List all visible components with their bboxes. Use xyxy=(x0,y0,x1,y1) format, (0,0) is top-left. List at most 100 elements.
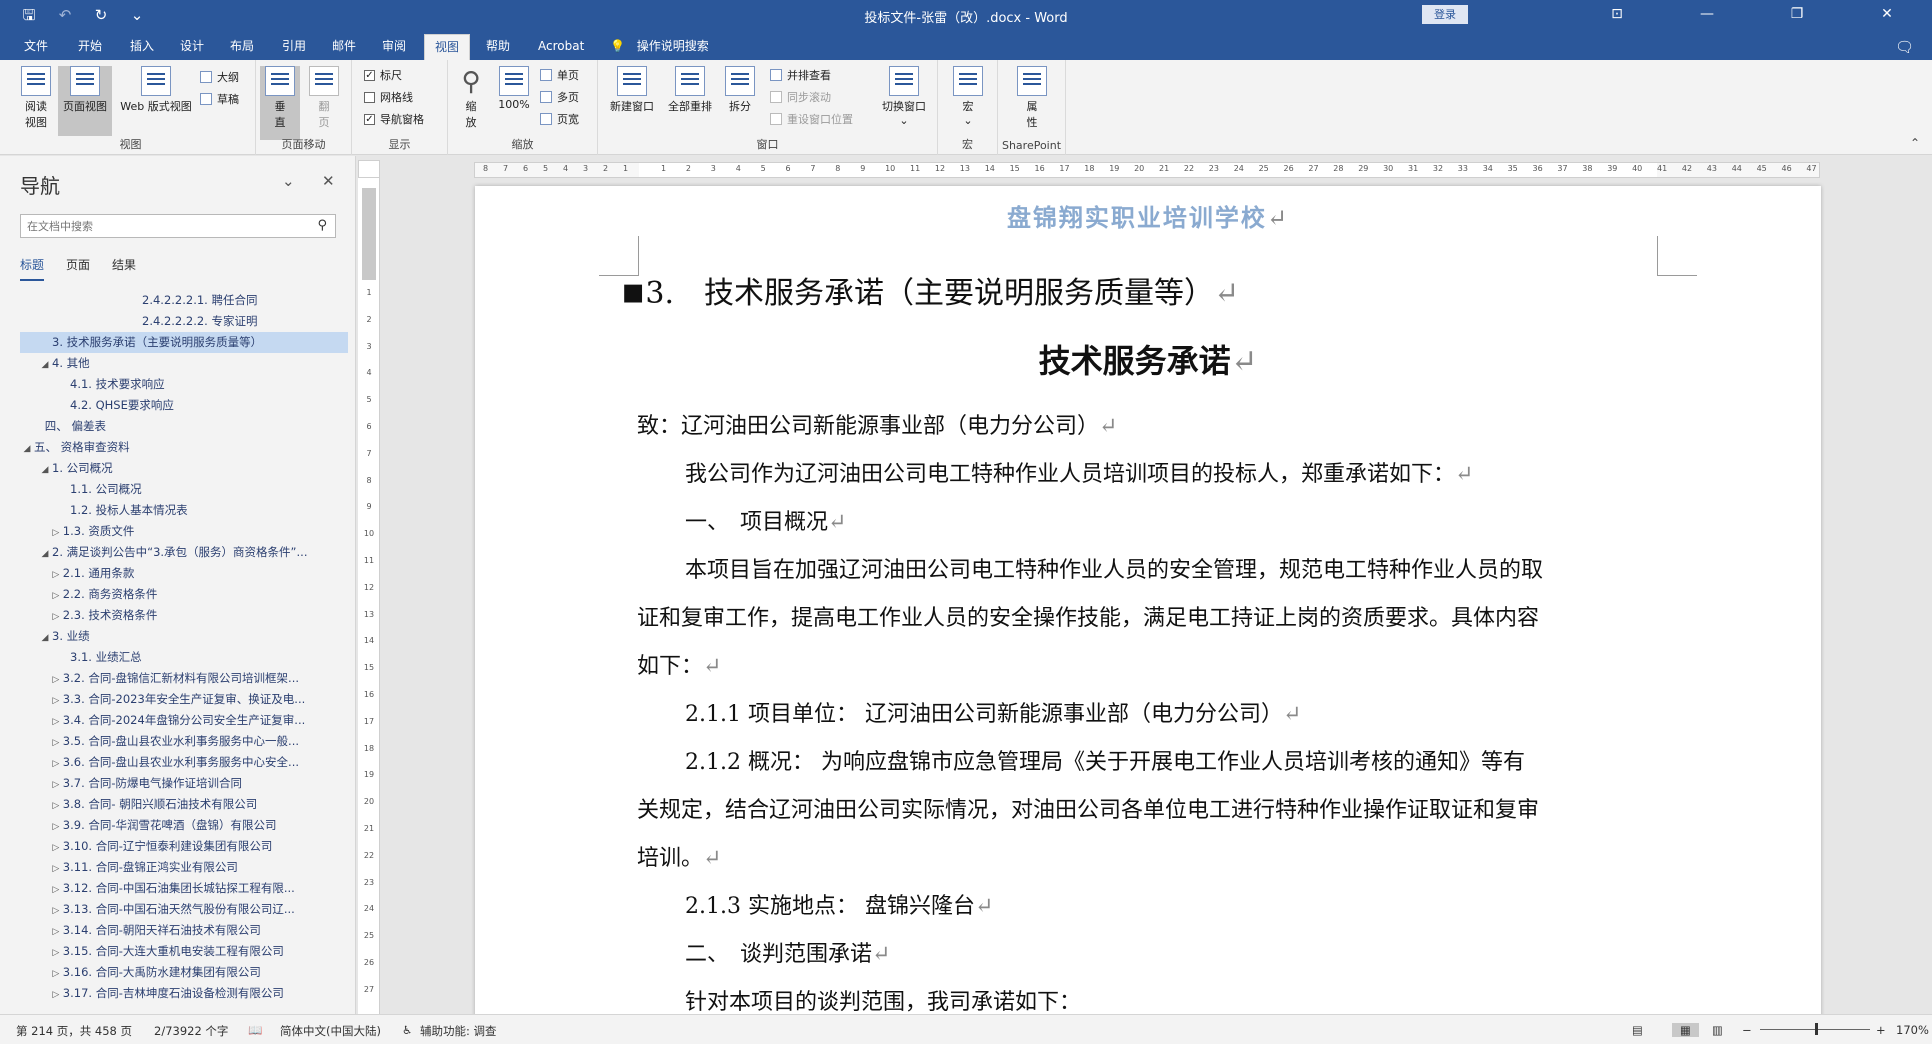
collapsed-triangle-icon[interactable]: ▷ xyxy=(49,586,63,605)
draft-button[interactable]: 草稿 xyxy=(200,90,239,108)
document-page[interactable]: 盘锦翔实职业培训学校↵ ▪3. 技术服务承诺（主要说明服务质量等）↵ 技术服务承… xyxy=(475,186,1821,1014)
zoom-in-button[interactable]: + xyxy=(1876,1023,1886,1037)
collapsed-triangle-icon[interactable]: ▷ xyxy=(49,859,63,878)
zoom-slider-thumb[interactable] xyxy=(1815,1023,1818,1035)
view-side-by-side-button[interactable]: 并排查看 xyxy=(770,66,831,84)
nav-heading-item[interactable]: ▷ 3.6. 合同-盘山县农业水利事务服务中心安全... xyxy=(20,752,348,773)
search-box[interactable]: ⚲ xyxy=(20,214,336,238)
web-layout-view-icon[interactable]: ▥ xyxy=(1712,1023,1723,1037)
vertical-button[interactable]: 垂直 xyxy=(260,66,300,140)
vertical-ruler[interactable]: 1 2 3 4 5 6 7 8 9 10 11 12 13 14 15 16 17 18 19 20 21 22 23 24 2… xyxy=(358,178,380,1014)
properties-button[interactable]: 属性 xyxy=(1012,66,1052,130)
nav-heading-item[interactable]: 2.4.2.2.2.2. 专家证明 xyxy=(20,311,348,332)
nav-heading-item[interactable]: ▷ 3.4. 合同-2024年盘锦分公司安全生产证复审... xyxy=(20,710,348,731)
collapsed-triangle-icon[interactable]: ▷ xyxy=(49,985,63,1004)
switch-windows-button[interactable]: 切换窗口 ⌄ xyxy=(876,66,932,127)
tab-insert[interactable]: 插入 xyxy=(120,34,164,60)
nav-heading-item[interactable]: ▷ 2.2. 商务资格条件 xyxy=(20,584,348,605)
outline-button[interactable]: 大纲 xyxy=(200,68,239,86)
nav-heading-item[interactable]: ◢ 1. 公司概况 xyxy=(20,458,348,479)
zoom-100-button[interactable]: 100% xyxy=(494,66,534,111)
reset-window-position-button[interactable]: 重设窗口位置 xyxy=(770,110,853,128)
nav-heading-item[interactable]: 3. 技术服务承诺（主要说明服务质量等） xyxy=(20,332,348,353)
collapsed-triangle-icon[interactable]: ▷ xyxy=(49,901,63,920)
collapsed-triangle-icon[interactable]: ▷ xyxy=(49,565,63,584)
print-layout-view-icon[interactable]: ▦ xyxy=(1672,1023,1699,1037)
tab-review[interactable]: 审阅 xyxy=(372,34,416,60)
expanded-triangle-icon[interactable]: ◢ xyxy=(38,544,52,563)
collapsed-triangle-icon[interactable]: ▷ xyxy=(49,607,63,626)
language-indicator[interactable]: 简体中文(中国大陆) xyxy=(280,1023,381,1039)
minimize-icon[interactable]: — xyxy=(1662,0,1752,30)
collapsed-triangle-icon[interactable]: ▷ xyxy=(49,712,63,731)
collapsed-triangle-icon[interactable]: ▷ xyxy=(49,880,63,899)
tab-results[interactable]: 结果 xyxy=(112,256,136,281)
close-icon[interactable]: ✕ xyxy=(1842,0,1932,30)
collapsed-triangle-icon[interactable]: ▷ xyxy=(49,523,63,542)
expanded-triangle-icon[interactable]: ◢ xyxy=(38,460,52,479)
macros-button[interactable]: 宏 ⌄ xyxy=(948,66,988,127)
close-icon[interactable]: ✕ xyxy=(322,172,335,190)
nav-heading-item[interactable]: 3.1. 业绩汇总 xyxy=(20,647,348,668)
expanded-triangle-icon[interactable]: ◢ xyxy=(38,628,52,647)
read-mode-view-icon[interactable]: ▤ xyxy=(1632,1023,1643,1037)
chevron-down-icon[interactable]: ⌄ xyxy=(282,172,295,190)
accessibility-status[interactable]: 辅助功能: 调查 xyxy=(420,1023,497,1039)
print-layout-button[interactable]: 页面视图 xyxy=(58,66,112,136)
side-to-side-button[interactable]: 翻页 xyxy=(304,66,344,130)
web-layout-button[interactable]: Web 版式视图 xyxy=(114,66,198,114)
nav-heading-item[interactable]: ▷ 3.8. 合同- 朝阳兴顺石油技术有限公司 xyxy=(20,794,348,815)
tab-headings[interactable]: 标题 xyxy=(20,256,45,281)
collapsed-triangle-icon[interactable]: ▷ xyxy=(49,733,63,752)
nav-heading-item[interactable]: ▷ 2.1. 通用条款 xyxy=(20,563,348,584)
tab-file[interactable]: 文件 xyxy=(14,34,58,60)
nav-heading-item[interactable]: ▷ 3.17. 合同-吉林坤度石油设备检测有限公司 xyxy=(20,983,348,1004)
restore-icon[interactable]: ❐ xyxy=(1752,0,1842,30)
page-width-button[interactable]: 页宽 xyxy=(540,110,579,128)
arrange-all-button[interactable]: 全部重排 xyxy=(662,66,718,114)
tab-view[interactable]: 视图 xyxy=(424,34,471,60)
tab-layout[interactable]: 布局 xyxy=(220,34,264,60)
collapsed-triangle-icon[interactable]: ▷ xyxy=(49,943,63,962)
tab-pages[interactable]: 页面 xyxy=(66,256,90,281)
nav-heading-item[interactable]: ▷ 3.12. 合同-中国石油集团长城钻探工程有限... xyxy=(20,878,348,899)
expanded-triangle-icon[interactable]: ◢ xyxy=(38,355,52,374)
nav-heading-item[interactable]: ▷ 3.9. 合同-华润雪花啤酒（盘锦）有限公司 xyxy=(20,815,348,836)
tab-home[interactable]: 开始 xyxy=(68,34,112,60)
tab-acrobat[interactable]: Acrobat xyxy=(528,34,594,60)
collapsed-triangle-icon[interactable]: ▷ xyxy=(49,691,63,710)
nav-heading-item[interactable]: 2.4.2.2.2.1. 聘任合同 xyxy=(20,290,348,311)
collapsed-triangle-icon[interactable]: ▷ xyxy=(49,670,63,689)
nav-heading-item[interactable]: ▷ 3.7. 合同-防爆电气操作证培训合同 xyxy=(20,773,348,794)
nav-heading-item[interactable]: ◢ 五、 资格审查资料 xyxy=(20,437,348,458)
tab-references[interactable]: 引用 xyxy=(272,34,316,60)
zoom-out-button[interactable]: − xyxy=(1742,1023,1752,1037)
collapsed-triangle-icon[interactable]: ▷ xyxy=(49,775,63,794)
document-area[interactable]: 盘锦翔实职业培训学校↵ ▪3. 技术服务承诺（主要说明服务质量等）↵ 技术服务承… xyxy=(381,178,1932,1014)
zoom-level[interactable]: 170% xyxy=(1896,1023,1929,1037)
nav-heading-item[interactable]: ▷ 3.14. 合同-朝阳天祥石油技术有限公司 xyxy=(20,920,348,941)
proofing-icon[interactable]: 📖 xyxy=(248,1023,262,1037)
gridlines-checkbox[interactable]: 网格线 xyxy=(364,88,413,106)
nav-heading-item[interactable]: 四、 偏差表 xyxy=(20,416,348,437)
synchronous-scrolling-button[interactable]: 同步滚动 xyxy=(770,88,831,106)
nav-heading-item[interactable]: 1.2. 投标人基本情况表 xyxy=(20,500,348,521)
horizontal-ruler[interactable]: 8 7 6 5 4 3 2 1 1 2 3 4 5 6 7 8 9 10 11 12 13 14 15 16 17 18 19 20 2… xyxy=(474,162,1820,178)
nav-heading-item[interactable]: ▷ 3.3. 合同-2023年安全生产证复审、换证及电... xyxy=(20,689,348,710)
word-count[interactable]: 2/73922 个字 xyxy=(154,1023,228,1039)
nav-heading-item[interactable]: 1.1. 公司概况 xyxy=(20,479,348,500)
collapsed-triangle-icon[interactable]: ▷ xyxy=(49,964,63,983)
nav-heading-item[interactable]: 4.1. 技术要求响应 xyxy=(20,374,348,395)
ruler-checkbox[interactable]: ✓ 标尺 xyxy=(364,66,402,84)
nav-heading-item[interactable]: ▷ 3.10. 合同-辽宁恒泰利建设集团有限公司 xyxy=(20,836,348,857)
read-mode-button[interactable]: 阅读视图 xyxy=(14,66,58,130)
nav-heading-item[interactable]: ▷ 3.2. 合同-盘锦信汇新材料有限公司培训框架... xyxy=(20,668,348,689)
search-icon[interactable]: ⚲ xyxy=(317,218,327,233)
multiple-pages-button[interactable]: 多页 xyxy=(540,88,579,106)
navigation-pane-checkbox[interactable]: ✓ 导航窗格 xyxy=(364,110,424,128)
collapse-ribbon-icon[interactable]: ⌃ xyxy=(1910,136,1920,150)
nav-heading-item[interactable]: ▷ 3.16. 合同-大禹防水建材集团有限公司 xyxy=(20,962,348,983)
expanded-triangle-icon[interactable]: ◢ xyxy=(20,439,34,458)
collapsed-triangle-icon[interactable]: ▷ xyxy=(49,817,63,836)
nav-heading-item[interactable]: 4.2. QHSE要求响应 xyxy=(20,395,348,416)
